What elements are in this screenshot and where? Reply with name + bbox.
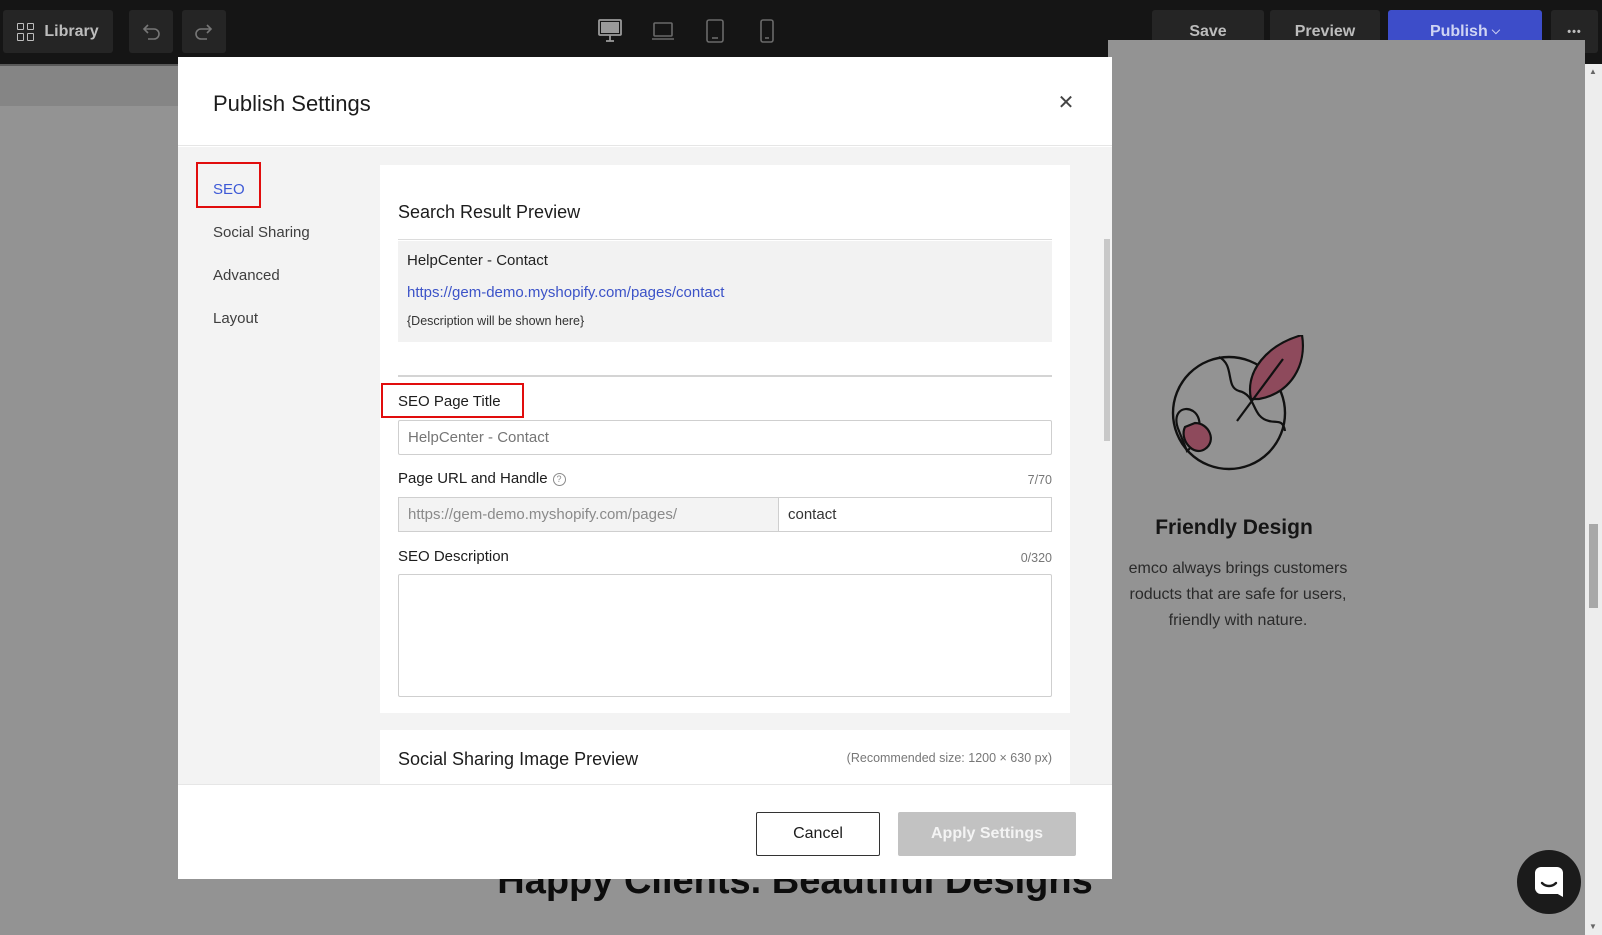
mobile-view-icon[interactable] (759, 18, 775, 44)
preview-description: {Description will be shown here} (407, 314, 585, 328)
preview-url: https://gem-demo.myshopify.com/pages/con… (407, 284, 725, 301)
divider (398, 375, 1052, 377)
preview-title: HelpCenter - Contact (407, 252, 548, 269)
seo-page-title-input[interactable] (398, 420, 1052, 455)
seo-description-label: SEO Description (398, 548, 509, 565)
help-icon[interactable]: ? (552, 473, 566, 486)
url-prefix-field: https://gem-demo.myshopify.com/pages/ (398, 497, 779, 532)
modal-scrollbar[interactable] (1102, 237, 1112, 784)
globe-leaf-icon (1171, 335, 1304, 471)
publish-settings-modal: Publish Settings ✕ SEO Social Sharing Ad… (178, 57, 1112, 879)
redo-button[interactable] (182, 10, 226, 53)
scroll-down-icon[interactable]: ▼ (1589, 922, 1597, 931)
sidebar-item-social-sharing[interactable]: Social Sharing (213, 224, 310, 241)
page-scrollbar[interactable]: ▲ ▼ (1585, 64, 1602, 935)
sidebar-item-seo[interactable]: SEO (213, 181, 245, 198)
description-char-count: 0/320 (1020, 551, 1052, 565)
chat-icon (1535, 867, 1563, 897)
seo-page-title-label: SEO Page Title (398, 393, 501, 410)
redo-icon (195, 23, 213, 40)
laptop-view-icon[interactable] (651, 18, 675, 44)
page-url-label-text: Page URL and Handle (398, 470, 548, 487)
divider (398, 239, 1052, 240)
chevron-down-icon: ⌵ (1491, 25, 1501, 37)
settings-sidebar: SEO Social Sharing Advanced Layout (178, 147, 378, 784)
apply-settings-button[interactable]: Apply Settings (898, 812, 1076, 856)
modal-title: Publish Settings (213, 91, 371, 116)
scrollbar-thumb[interactable] (1589, 524, 1598, 608)
sidebar-item-advanced[interactable]: Advanced (213, 267, 280, 284)
feature-desc-line: friendly with nature. (1168, 612, 1308, 629)
tablet-view-icon[interactable] (705, 18, 725, 44)
url-handle-input[interactable]: contact (779, 497, 1052, 532)
modal-body: SEO Social Sharing Advanced Layout Searc… (178, 147, 1112, 784)
more-icon: ••• (1567, 25, 1582, 38)
undo-icon (142, 23, 160, 40)
feature-description: emco always brings customers roducts tha… (1104, 556, 1372, 634)
social-sharing-preview-title: Social Sharing Image Preview (398, 749, 639, 769)
modal-scrollbar-thumb[interactable] (1104, 239, 1110, 441)
search-result-preview: HelpCenter - Contact https://gem-demo.my… (398, 241, 1052, 342)
desktop-view-icon[interactable] (598, 18, 622, 44)
recommended-size-note: (Recommended size: 1200 × 630 px) (846, 751, 1052, 765)
close-icon[interactable]: ✕ (1055, 90, 1077, 115)
seo-description-textarea[interactable] (398, 574, 1052, 697)
library-button[interactable]: Library (3, 10, 113, 53)
seo-card: Search Result Preview HelpCenter - Conta… (380, 165, 1070, 713)
cancel-button[interactable]: Cancel (756, 812, 880, 856)
sidebar-item-layout[interactable]: Layout (213, 310, 258, 327)
url-char-count: 7/70 (1027, 473, 1052, 487)
scroll-up-icon[interactable]: ▲ (1589, 67, 1597, 76)
search-result-preview-title: Search Result Preview (398, 202, 581, 222)
feature-desc-line: roducts that are safe for users, (1129, 586, 1347, 603)
chat-launcher-button[interactable] (1517, 850, 1581, 914)
modal-header: Publish Settings ✕ (178, 57, 1112, 146)
undo-button[interactable] (129, 10, 173, 53)
page-url-label: Page URL and Handle? (398, 470, 566, 487)
grid-icon (17, 22, 35, 41)
library-label: Library (44, 22, 99, 40)
feature-title: Friendly Design (1155, 516, 1313, 539)
modal-footer: Cancel Apply Settings (178, 784, 1112, 879)
publish-label: Publish (1429, 22, 1488, 40)
feature-desc-line: emco always brings customers (1128, 560, 1348, 577)
social-sharing-card: Social Sharing Image Preview (Recommende… (380, 730, 1070, 784)
